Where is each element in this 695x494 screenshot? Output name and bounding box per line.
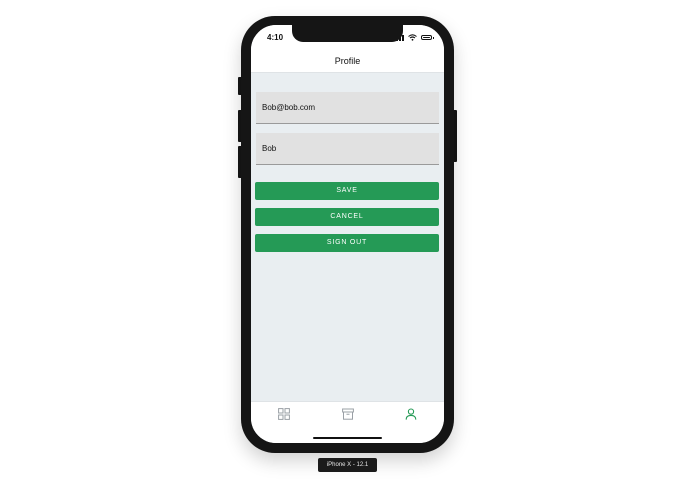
name-field[interactable]: Bob bbox=[256, 133, 439, 165]
device-label: iPhone X - 12.1 bbox=[318, 458, 377, 472]
user-icon[interactable] bbox=[405, 408, 417, 420]
archive-icon[interactable] bbox=[342, 408, 354, 420]
page-title: Profile bbox=[334, 56, 361, 66]
grid-icon[interactable] bbox=[278, 408, 290, 420]
wifi-icon bbox=[408, 34, 417, 41]
sign-out-button[interactable]: SIGN OUT bbox=[255, 234, 439, 252]
status-time: 4:10 bbox=[267, 33, 284, 42]
email-field[interactable]: Bob@bob.com bbox=[256, 92, 439, 124]
device-notch bbox=[292, 25, 403, 42]
save-button[interactable]: SAVE bbox=[255, 182, 439, 200]
home-indicator bbox=[313, 437, 382, 439]
app-screen: 4:10 Profile Bob@bob.com Bob SAVE CANCEL… bbox=[251, 25, 444, 443]
navigation-header: Profile bbox=[251, 51, 444, 73]
tab-bar bbox=[251, 401, 444, 443]
cancel-button[interactable]: CANCEL bbox=[255, 208, 439, 226]
battery-icon bbox=[421, 35, 434, 40]
